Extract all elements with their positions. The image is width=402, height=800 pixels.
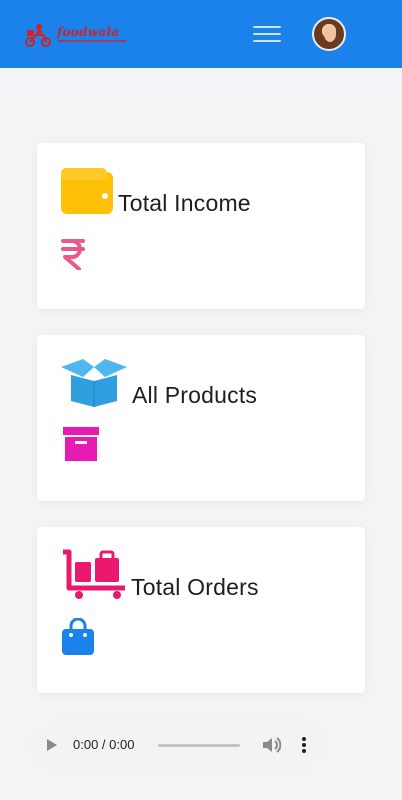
- wallet-icon: [61, 168, 113, 214]
- total-income-card[interactable]: Total Income: [37, 143, 365, 309]
- archive-box-icon: [63, 427, 99, 461]
- brand-tagline-line: [58, 40, 126, 42]
- audio-time: 0:00 / 0:00: [73, 737, 135, 752]
- more-vertical-icon[interactable]: [301, 737, 307, 753]
- all-products-card[interactable]: All Products: [37, 335, 365, 501]
- card-title-total-orders: Total Orders: [131, 574, 259, 600]
- open-box-icon: [61, 359, 127, 407]
- volume-icon[interactable]: [263, 737, 281, 753]
- hamburger-menu-icon[interactable]: [253, 24, 281, 44]
- top-navbar: foodwala: [0, 0, 402, 68]
- play-icon[interactable]: [47, 739, 57, 751]
- card-title-all-products: All Products: [132, 382, 258, 408]
- brand-name: foodwala: [57, 25, 120, 39]
- rupee-icon: [61, 239, 85, 270]
- audio-progress-track[interactable]: [158, 744, 240, 747]
- avatar-face: [324, 26, 336, 42]
- foodwala-logo[interactable]: foodwala: [22, 20, 130, 50]
- scooter-icon: [25, 24, 51, 47]
- audio-player: 0:00 / 0:00: [28, 718, 328, 772]
- luggage-cart-icon: [63, 549, 125, 599]
- shopping-bag-icon: [62, 618, 94, 655]
- card-title-total-income: Total Income: [118, 190, 251, 216]
- total-orders-card[interactable]: Total Orders: [37, 527, 365, 693]
- user-avatar[interactable]: [312, 17, 346, 51]
